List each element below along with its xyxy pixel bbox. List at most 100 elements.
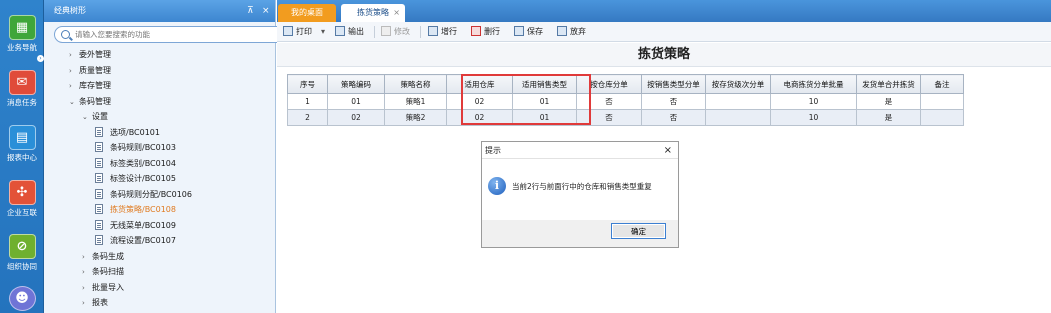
chevron-down-icon: ⌄ [69,98,75,106]
tree-node[interactable]: › 报表 [82,296,108,310]
chevron-right-icon: › [82,299,85,307]
tree-leaf[interactable]: 无线菜单/BC0109 [95,219,176,233]
cell[interactable] [920,93,964,110]
print-button[interactable]: 打印 [283,25,312,39]
tree-leaf[interactable]: 流程设置/BC0107 [95,234,176,248]
nav-connect[interactable]: ✣ 企业互联 [0,180,44,218]
cell[interactable]: 是 [856,109,921,126]
col-header[interactable]: 发货单合并拣货 [856,74,921,94]
search-box [54,26,310,43]
tree-node[interactable]: ⌄ 设置 [82,110,108,124]
tree-node[interactable]: › 批量导入 [82,281,124,295]
chevron-right-icon: › [82,253,85,261]
cell[interactable] [705,109,771,126]
toolbar: 打印 ▾ 输出 修改 增行 删行 保存 放弃 [277,22,1051,42]
col-header[interactable]: 适用仓库 [446,74,513,94]
toolbar-divider [374,26,375,38]
col-header[interactable]: 按销售类型分单 [641,74,706,94]
tree-leaf[interactable]: 选项/BC0101 [95,126,160,140]
tree-leaf-active[interactable]: 拣货策略/BC0108 [95,203,176,217]
tree-node[interactable]: › 库存管理 [69,79,111,93]
col-header[interactable]: 按存货级次分单 [705,74,771,94]
abandon-icon [557,26,567,36]
dialog-titlebar: 提示 × [482,142,678,159]
expand-arrow-icon[interactable]: › [37,55,44,62]
cell[interactable]: 策略2 [384,109,447,126]
tree-node[interactable]: › 条码生成 [82,250,124,264]
connect-icon: ✣ [8,180,36,205]
cell[interactable]: 02 [446,109,513,126]
cell[interactable]: 否 [641,109,706,126]
cell[interactable]: 否 [576,93,642,110]
cell[interactable] [705,93,771,110]
table-row[interactable]: 2 02 策略2 02 01 否 否 10 是 [287,109,964,126]
tree-leaf[interactable]: 条码规则分配/BC0106 [95,188,192,202]
abandon-button[interactable]: 放弃 [557,25,586,39]
modify-button[interactable]: 修改 [381,25,410,39]
save-button[interactable]: 保存 [514,25,543,39]
cell[interactable]: 01 [512,93,577,110]
cell[interactable] [920,109,964,126]
tab-picking-strategy[interactable]: 拣货策略 × [341,4,405,22]
save-icon [514,26,524,36]
cell[interactable]: 策略1 [384,93,447,110]
cell[interactable]: 10 [770,109,857,126]
tree-header: 经典树形 ⊼ × [44,0,275,22]
search-input[interactable] [75,28,285,41]
col-header[interactable]: 策略名称 [384,74,447,94]
tree-node[interactable]: ⌄ 条码管理 [69,95,111,109]
document-icon [95,220,103,230]
tree-leaf[interactable]: 条码规则/BC0103 [95,141,176,155]
export-button[interactable]: 输出 [335,25,364,39]
cell[interactable]: 是 [856,93,921,110]
cell[interactable]: 2 [287,109,328,126]
table-row[interactable]: 1 01 策略1 02 01 否 否 10 是 [287,93,964,110]
col-header[interactable]: 适用销售类型 [512,74,577,94]
tab-close-icon[interactable]: × [393,4,400,22]
chevron-right-icon: › [69,82,72,90]
document-icon [95,173,103,183]
selected-cell[interactable]: 01 [512,109,577,126]
cell[interactable]: 01 [327,93,385,110]
tree-leaf[interactable]: 标签类别/BC0104 [95,157,176,171]
col-header[interactable]: 电商拣货分单批量 [770,74,857,94]
col-header[interactable]: 按仓库分单 [576,74,642,94]
chevron-right-icon: › [82,268,85,276]
toolbar-divider [420,26,421,38]
cell[interactable]: 否 [576,109,642,126]
export-icon [335,26,345,36]
cell[interactable]: 10 [770,93,857,110]
cell[interactable]: 1 [287,93,328,110]
document-icon [95,189,103,199]
tab-desktop[interactable]: 我的桌面 [278,4,336,22]
nav-business[interactable]: ▦ 业务导航 [0,15,44,53]
close-icon[interactable]: × [664,142,672,159]
cell[interactable]: 02 [446,93,513,110]
pin-icon[interactable]: ⊼ [247,0,254,22]
nav-collab[interactable]: ⊘ 组织协同 [0,234,44,272]
chevron-right-icon: › [82,284,85,292]
print-dropdown-icon[interactable]: ▾ [321,25,325,39]
strategy-table: 序号 策略编码 策略名称 适用仓库 适用销售类型 按仓库分单 按销售类型分单 按… [287,74,964,126]
delete-row-button[interactable]: 删行 [471,25,500,39]
tree-node[interactable]: › 质量管理 [69,64,111,78]
dialog-title: 提示 [485,146,501,155]
tab-desktop-label: 我的桌面 [291,8,323,17]
tree-node[interactable]: › 条码扫描 [82,265,124,279]
nav-messages[interactable]: ✉ 消息任务 [0,70,44,108]
col-header[interactable]: 序号 [287,74,328,94]
nav-reports-label: 报表中心 [7,153,37,162]
col-header[interactable]: 备注 [920,74,964,94]
add-row-button[interactable]: 增行 [428,25,457,39]
chevron-right-icon: › [69,67,72,75]
col-header[interactable]: 策略编码 [327,74,385,94]
tree-leaf[interactable]: 标签设计/BC0105 [95,172,176,186]
ok-button[interactable]: 确定 [611,223,666,239]
nav-reports[interactable]: ▤ 报表中心 [0,125,44,163]
nav-chat[interactable]: ☻ [0,286,44,313]
cell[interactable]: 否 [641,93,706,110]
tree-node[interactable]: › 委外管理 [69,48,111,62]
close-icon[interactable]: × [262,0,270,22]
cell[interactable]: 02 [327,109,385,126]
delete-row-icon [471,26,481,36]
